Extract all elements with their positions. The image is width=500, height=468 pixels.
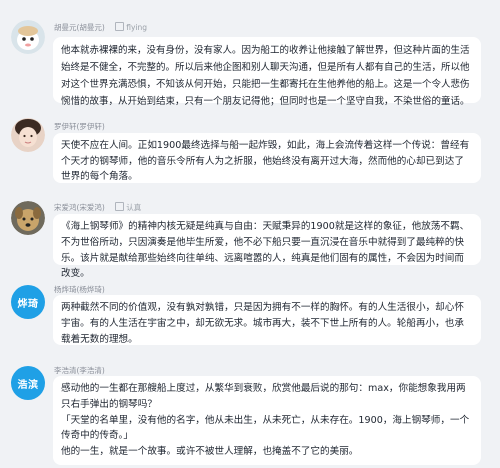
tag-label: flying bbox=[126, 23, 148, 32]
comment-meta: 李浩清(李浩清) bbox=[54, 365, 105, 376]
comment-meta: 杨烨琦(杨烨琦) bbox=[54, 284, 105, 295]
comment-text: 天使不应在人间。正如1900最终选择与船一起炸毁，如此，海上会流传着这样一个传说… bbox=[53, 133, 481, 183]
comment-meta: 罗伊轩(罗伊轩) bbox=[54, 121, 105, 132]
tag-icon bbox=[115, 22, 125, 31]
comment-text: 他本就赤裸裸的来，没有身份，没有家人。因为船工的收养让他接触了解世界，但这种片面… bbox=[53, 37, 481, 107]
photo-avatar-icon bbox=[11, 118, 45, 152]
avatar[interactable] bbox=[11, 201, 45, 235]
avatar[interactable]: 烨琦 bbox=[11, 285, 45, 319]
dog-avatar-icon bbox=[11, 201, 45, 235]
cartoon-avatar-icon bbox=[11, 20, 45, 54]
author-name[interactable]: 李浩清(李浩清) bbox=[54, 366, 105, 375]
avatar[interactable] bbox=[11, 20, 45, 54]
tag-label: 认真 bbox=[126, 203, 142, 212]
tag-icon bbox=[115, 202, 125, 211]
author-name[interactable]: 罗伊轩(罗伊轩) bbox=[54, 122, 105, 131]
avatar[interactable] bbox=[11, 118, 45, 152]
user-tag: 认真 bbox=[115, 202, 142, 212]
author-name[interactable]: 胡曼元(胡曼元) bbox=[54, 23, 105, 32]
comment-feed: 胡曼元(胡曼元) flying 他本就赤裸裸的来，没有身份，没有家人。因为船工的… bbox=[0, 0, 500, 468]
comment-text: 两种截然不同的价值观，没有孰对孰错，只是因为拥有不一样的胸怀。有的人生活很小，却… bbox=[53, 295, 481, 345]
author-name[interactable]: 宋爱鸿(宋爱鸿) bbox=[54, 203, 105, 212]
user-tag: flying bbox=[115, 22, 148, 32]
avatar[interactable]: 浩滨 bbox=[11, 366, 45, 400]
comment-meta: 胡曼元(胡曼元) flying bbox=[54, 22, 147, 33]
author-name[interactable]: 杨烨琦(杨烨琦) bbox=[54, 285, 105, 294]
comment-text: 《海上钢琴师》的精神内核无疑是纯真与自由：天赋秉异的1900就是这样的象征，他放… bbox=[53, 214, 481, 279]
comment-text: 感动他的一生都在那艘船上度过，从繁华到衰败，欣赏他最后说的那句：max，你能想象… bbox=[53, 376, 481, 465]
comment-meta: 宋爱鸿(宋爱鸿) 认真 bbox=[54, 202, 141, 213]
